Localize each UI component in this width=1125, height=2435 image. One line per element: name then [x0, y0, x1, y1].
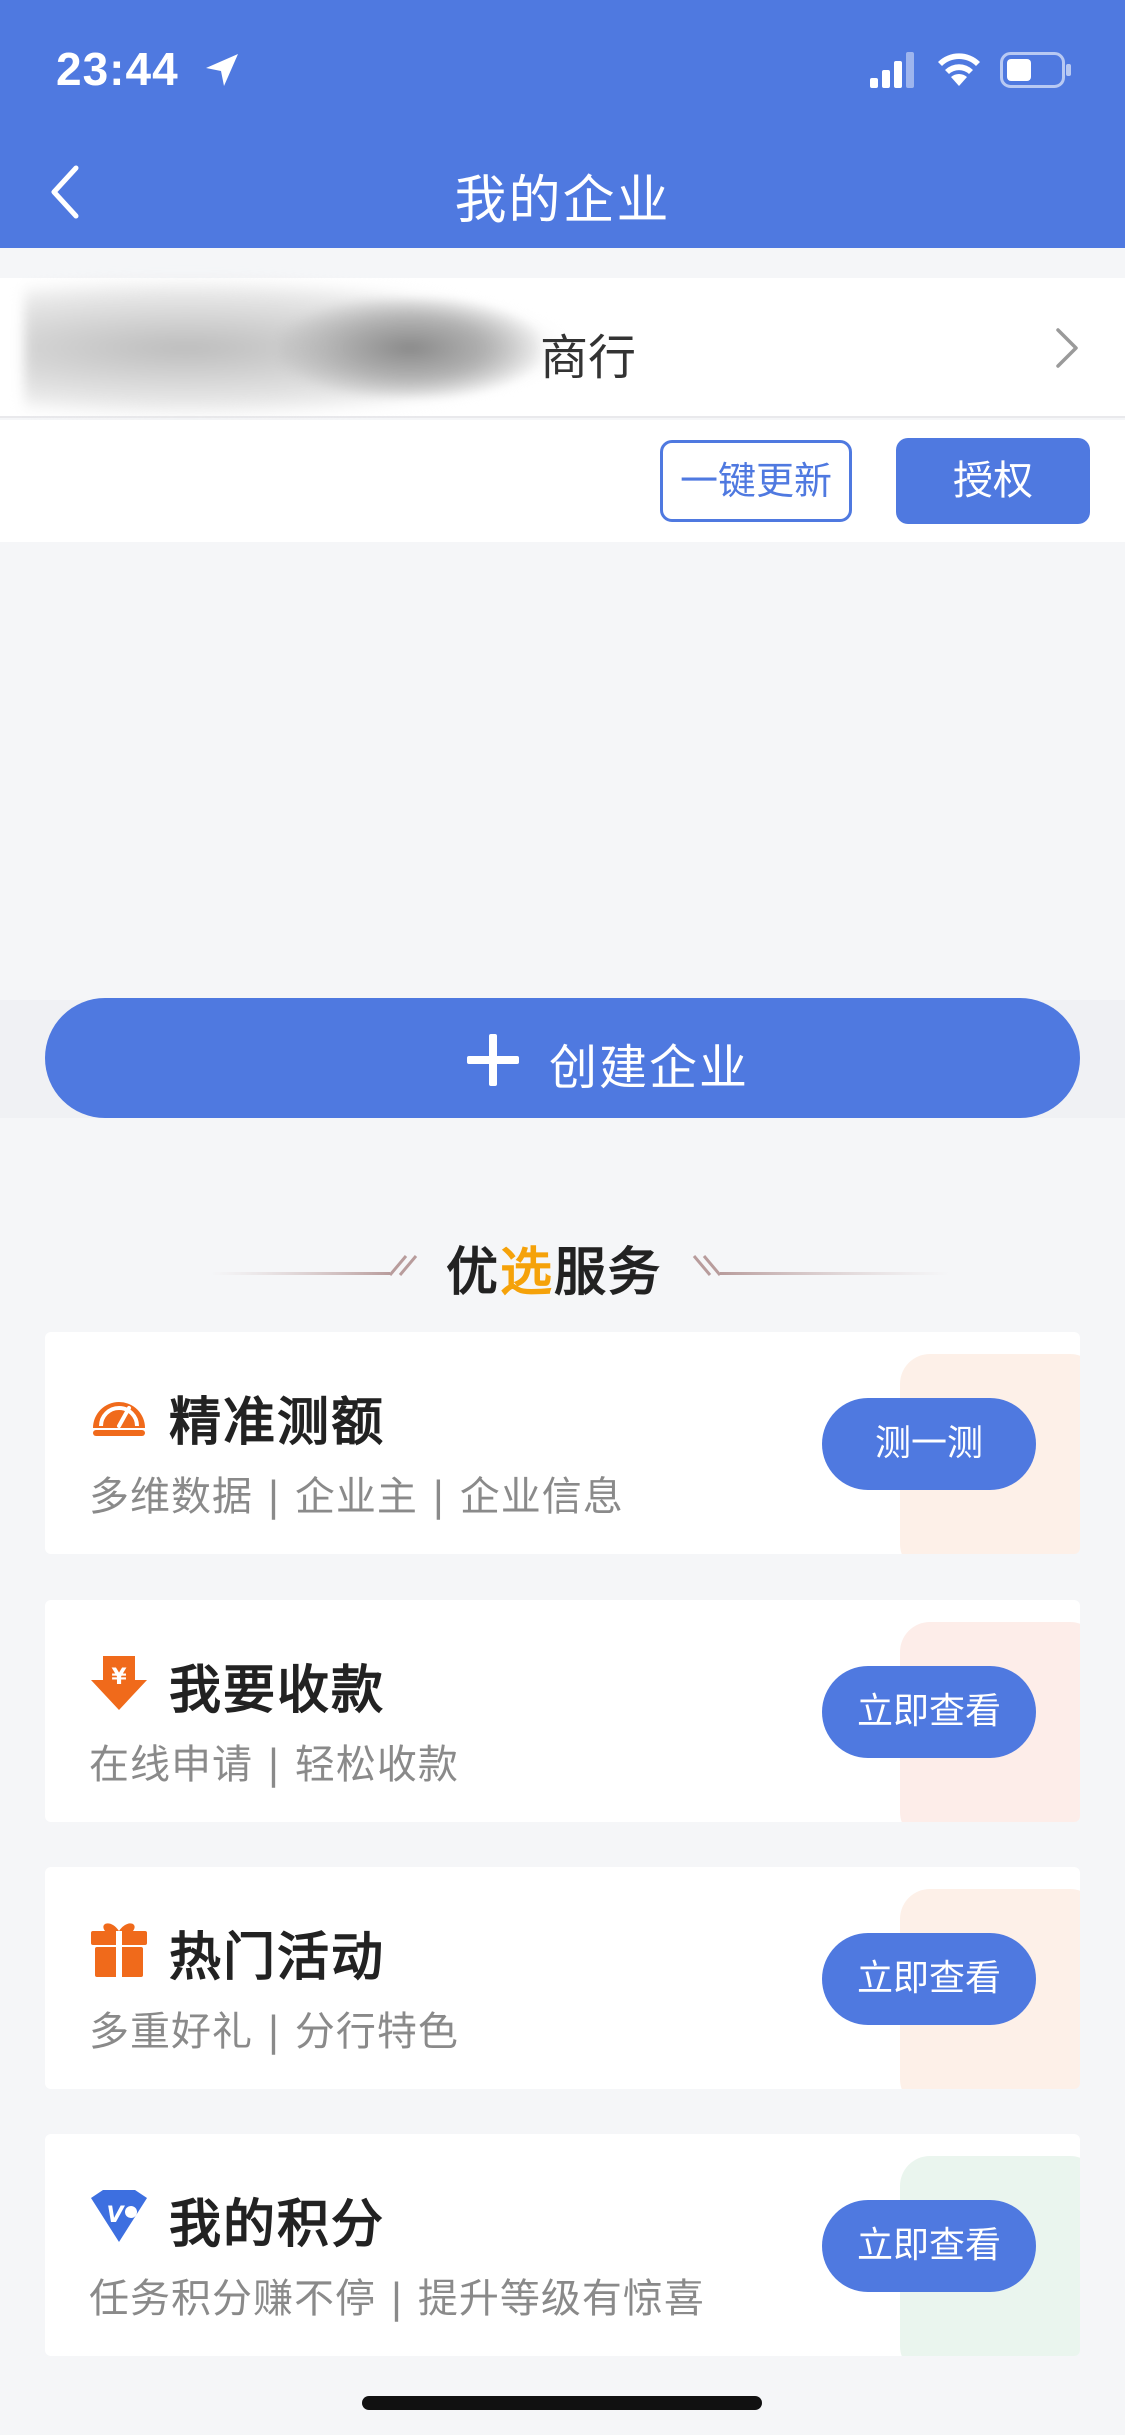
- view-payment-button[interactable]: 立即查看: [822, 1666, 1036, 1758]
- svg-text:¥: ¥: [111, 1665, 127, 1690]
- featured-services-header: 优选服务: [0, 1222, 1125, 1303]
- chevron-right-icon: [1056, 328, 1078, 368]
- service-title: 我要收款: [169, 1661, 386, 1721]
- service-title: 精准测额: [169, 1393, 386, 1453]
- plus-icon: [467, 1034, 519, 1086]
- gift-icon: [91, 1923, 147, 1977]
- yuan-arrow-icon: ¥: [91, 1656, 147, 1710]
- page-title: 我的企业: [454, 171, 671, 231]
- app-header: 23:44 我的企业: [0, 0, 1125, 248]
- gauge-icon: [93, 1402, 145, 1436]
- authorize-button[interactable]: 授权: [896, 438, 1090, 524]
- service-subtitle: 多重好礼 | 分行特色: [89, 2009, 459, 2055]
- featured-services-title: 优选服务: [446, 1243, 663, 1303]
- vip-badge-icon: V: [91, 2190, 147, 2242]
- service-title: 热门活动: [169, 1928, 386, 1988]
- right-decoration-icon: [692, 1255, 950, 1276]
- service-subtitle: 多维数据 | 企业主 | 企业信息: [89, 1474, 624, 1520]
- battery-icon: [1000, 52, 1071, 88]
- create-company-label: 创建企业: [549, 1040, 750, 1096]
- service-subtitle: 在线申请 | 轻松收款: [89, 1742, 459, 1788]
- location-arrow-icon: [206, 54, 238, 86]
- wifi-icon: [938, 53, 980, 86]
- service-card-points[interactable]: V 我的积分 任务积分赚不停 | 提升等级有惊喜 立即查看: [45, 2134, 1080, 2356]
- redacted-name-blur-dark: [280, 298, 540, 398]
- create-company-button[interactable]: 创建企业: [45, 998, 1080, 1118]
- left-decoration-icon: [210, 1255, 418, 1276]
- company-actions: 一键更新 授权: [0, 420, 1125, 542]
- view-points-button[interactable]: 立即查看: [822, 2200, 1036, 2292]
- svg-text:V: V: [106, 2203, 125, 2228]
- company-row[interactable]: 商行: [0, 278, 1125, 418]
- service-card-payment[interactable]: ¥ 我要收款 在线申请 | 轻松收款 立即查看: [45, 1600, 1080, 1822]
- status-time: 23:44: [56, 43, 179, 95]
- status-bar: 23:44: [0, 0, 1125, 140]
- view-activities-button[interactable]: 立即查看: [822, 1933, 1036, 2025]
- service-title: 我的积分: [169, 2195, 386, 2255]
- service-card-quota[interactable]: 精准测额 多维数据 | 企业主 | 企业信息 测一测: [45, 1332, 1080, 1554]
- one-click-update-button[interactable]: 一键更新: [660, 440, 852, 522]
- service-card-activities[interactable]: 热门活动 多重好礼 | 分行特色 立即查看: [45, 1867, 1080, 2089]
- quota-test-button[interactable]: 测一测: [822, 1398, 1036, 1490]
- service-subtitle: 任务积分赚不停 | 提升等级有惊喜: [89, 2276, 705, 2322]
- home-indicator[interactable]: [362, 2396, 762, 2410]
- cellular-signal-icon: [870, 52, 914, 88]
- nav-bar: 我的企业: [0, 140, 1125, 248]
- company-name: 商行: [540, 330, 637, 386]
